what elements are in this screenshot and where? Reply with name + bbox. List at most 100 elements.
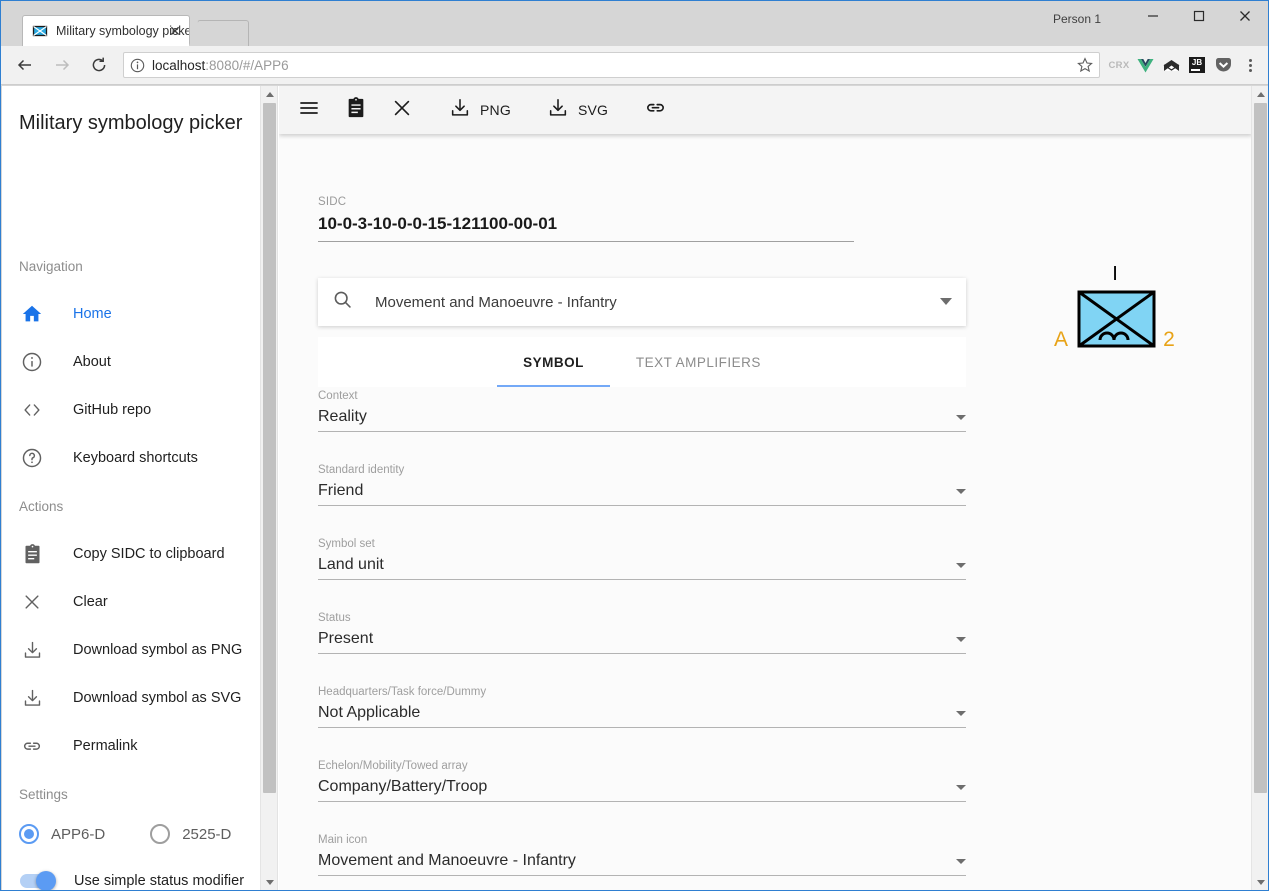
radio-app6d[interactable] bbox=[19, 824, 39, 844]
action-permalink[interactable]: Permalink bbox=[2, 722, 278, 770]
sidc-caption: SIDC bbox=[318, 196, 347, 208]
field-value[interactable]: Company/Battery/Troop bbox=[318, 778, 487, 796]
echelon-label: I bbox=[1112, 263, 1118, 285]
sidebar-item-home[interactable]: Home bbox=[2, 290, 278, 338]
field-headquarters-task-force-dummy[interactable]: Headquarters/Task force/Dummy Not Applic… bbox=[318, 686, 966, 760]
download-png-button[interactable]: PNG bbox=[425, 86, 523, 134]
chevron-down-icon[interactable] bbox=[956, 859, 966, 864]
field-caption: Echelon/Mobility/Towed array bbox=[318, 760, 468, 772]
field-value[interactable]: Movement and Manoeuvre - Infantry bbox=[318, 852, 576, 870]
browser-tab[interactable]: Military symbology picker ✕ bbox=[22, 15, 190, 46]
field-context[interactable]: Context Reality bbox=[318, 390, 966, 464]
field-value[interactable]: Land unit bbox=[318, 556, 384, 574]
scroll-up-arrow[interactable] bbox=[261, 86, 278, 103]
reload-button[interactable] bbox=[83, 49, 115, 81]
copy-sidc-button[interactable] bbox=[333, 86, 379, 134]
new-tab-button[interactable] bbox=[189, 20, 249, 46]
chrome-menu-icon[interactable] bbox=[1236, 50, 1264, 80]
chevron-down-icon[interactable] bbox=[956, 563, 966, 568]
window-controls bbox=[1130, 1, 1268, 31]
field-caption: Symbol set bbox=[318, 538, 375, 550]
action-download-svg[interactable]: Download symbol as SVG bbox=[2, 674, 278, 722]
tab-label: TEXT AMPLIFIERS bbox=[635, 354, 761, 370]
sidebar-scrollbar[interactable] bbox=[260, 86, 278, 890]
toggle-switch[interactable] bbox=[20, 871, 56, 890]
action-copy-sidc[interactable]: Copy SIDC to clipboard bbox=[2, 530, 278, 578]
field-value[interactable]: Friend bbox=[318, 482, 363, 500]
toggle-simple-status-modifier[interactable]: Use simple status modifier bbox=[2, 857, 278, 890]
search-input[interactable]: Movement and Manoeuvre - Infantry bbox=[375, 294, 940, 311]
chevron-down-icon[interactable] bbox=[940, 293, 952, 311]
chevron-down-icon[interactable] bbox=[956, 489, 966, 494]
field-status[interactable]: Status Present bbox=[318, 612, 966, 686]
scroll-down-arrow[interactable] bbox=[1252, 874, 1268, 890]
chevron-down-icon[interactable] bbox=[956, 785, 966, 790]
sidebar-item-keyboard-shortcuts[interactable]: Keyboard shortcuts bbox=[2, 434, 278, 482]
close-x-icon bbox=[391, 97, 413, 124]
tab-close-icon[interactable]: ✕ bbox=[167, 23, 183, 39]
app-title: Military symbology picker bbox=[19, 112, 243, 134]
vue-devtools-icon[interactable] bbox=[1132, 50, 1158, 80]
back-button[interactable] bbox=[9, 49, 41, 81]
field-caption: Status bbox=[318, 612, 351, 624]
window-maximize-button[interactable] bbox=[1176, 1, 1222, 31]
field-value[interactable]: Reality bbox=[318, 408, 367, 426]
field-main-icon[interactable]: Main icon Movement and Manoeuvre - Infan… bbox=[318, 834, 966, 890]
action-clear[interactable]: Clear bbox=[2, 578, 278, 626]
site-info-icon[interactable] bbox=[130, 58, 145, 73]
scroll-up-arrow[interactable] bbox=[1252, 86, 1268, 103]
sidc-field[interactable]: SIDC 10-0-3-10-0-0-15-121100-00-01 bbox=[318, 196, 854, 242]
field-value[interactable]: Present bbox=[318, 630, 373, 648]
profile-name-button[interactable]: Person 1 bbox=[1046, 9, 1108, 29]
download-icon bbox=[19, 688, 45, 709]
download-svg-button[interactable]: SVG bbox=[523, 86, 620, 134]
scroll-down-arrow[interactable] bbox=[261, 874, 278, 890]
field-echelon-mobility-towed-array[interactable]: Echelon/Mobility/Towed array Company/Bat… bbox=[318, 760, 966, 834]
sidebar-item-label: GitHub repo bbox=[73, 402, 152, 418]
radio-2525d[interactable] bbox=[150, 824, 171, 844]
main-scrollbar[interactable] bbox=[1251, 86, 1268, 890]
window-minimize-button[interactable] bbox=[1130, 1, 1176, 31]
chevron-down-icon[interactable] bbox=[956, 415, 966, 420]
tab-text-amplifiers[interactable]: TEXT AMPLIFIERS bbox=[610, 337, 787, 387]
browser-titlebar: Military symbology picker ✕ Person 1 bbox=[1, 1, 1268, 46]
section-label-settings: Settings bbox=[19, 787, 68, 802]
section-label-actions: Actions bbox=[19, 499, 64, 514]
help-circle-icon bbox=[19, 447, 45, 469]
chevron-down-icon[interactable] bbox=[956, 637, 966, 642]
window-close-button[interactable] bbox=[1222, 1, 1268, 31]
symbol-search-box[interactable]: Movement and Manoeuvre - Infantry bbox=[318, 278, 966, 326]
sidc-input[interactable]: 10-0-3-10-0-0-15-121100-00-01 bbox=[318, 214, 854, 242]
tab-label: SYMBOL bbox=[523, 354, 584, 370]
sidebar-item-about[interactable]: About bbox=[2, 338, 278, 386]
action-download-png[interactable]: Download symbol as PNG bbox=[2, 626, 278, 674]
pocket-extension-icon[interactable] bbox=[1210, 50, 1236, 80]
main-content: SIDC 10-0-3-10-0-0-15-121100-00-01 Movem… bbox=[279, 134, 1252, 890]
address-bar[interactable]: localhost:8080/#/APP6 bbox=[123, 52, 1100, 78]
download-icon bbox=[19, 640, 45, 661]
bookmark-star-icon[interactable] bbox=[1071, 57, 1093, 73]
field-caption: Standard identity bbox=[318, 464, 405, 476]
scrollbar-thumb[interactable] bbox=[263, 103, 276, 793]
mail-extension-icon[interactable] bbox=[1158, 50, 1184, 80]
url-host: localhost bbox=[152, 57, 206, 73]
navigation-list: Home About GitHub repo Keyboard shortcut… bbox=[2, 290, 278, 482]
field-value[interactable]: Not Applicable bbox=[318, 704, 420, 722]
hamburger-menu-icon bbox=[297, 96, 321, 125]
action-label: Clear bbox=[73, 594, 108, 610]
permalink-button[interactable] bbox=[620, 86, 679, 134]
jetbrains-extension-icon[interactable]: JB bbox=[1184, 50, 1210, 80]
tab-symbol[interactable]: SYMBOL bbox=[497, 337, 610, 387]
crx-extension-icon[interactable]: CRX bbox=[1106, 50, 1132, 80]
clear-button[interactable] bbox=[379, 86, 425, 134]
forward-button[interactable] bbox=[46, 49, 78, 81]
sidebar-item-github-repo[interactable]: GitHub repo bbox=[2, 386, 278, 434]
menu-button[interactable] bbox=[279, 86, 333, 134]
field-caption: Headquarters/Task force/Dummy bbox=[318, 686, 487, 698]
scrollbar-thumb[interactable] bbox=[1254, 103, 1267, 793]
field-standard-identity[interactable]: Standard identity Friend bbox=[318, 464, 966, 538]
extension-icons: CRX JB bbox=[1106, 50, 1268, 80]
field-symbol-set[interactable]: Symbol set Land unit bbox=[318, 538, 966, 612]
app-sidebar: Military symbology picker Navigation Hom… bbox=[2, 86, 278, 890]
chevron-down-icon[interactable] bbox=[956, 711, 966, 716]
